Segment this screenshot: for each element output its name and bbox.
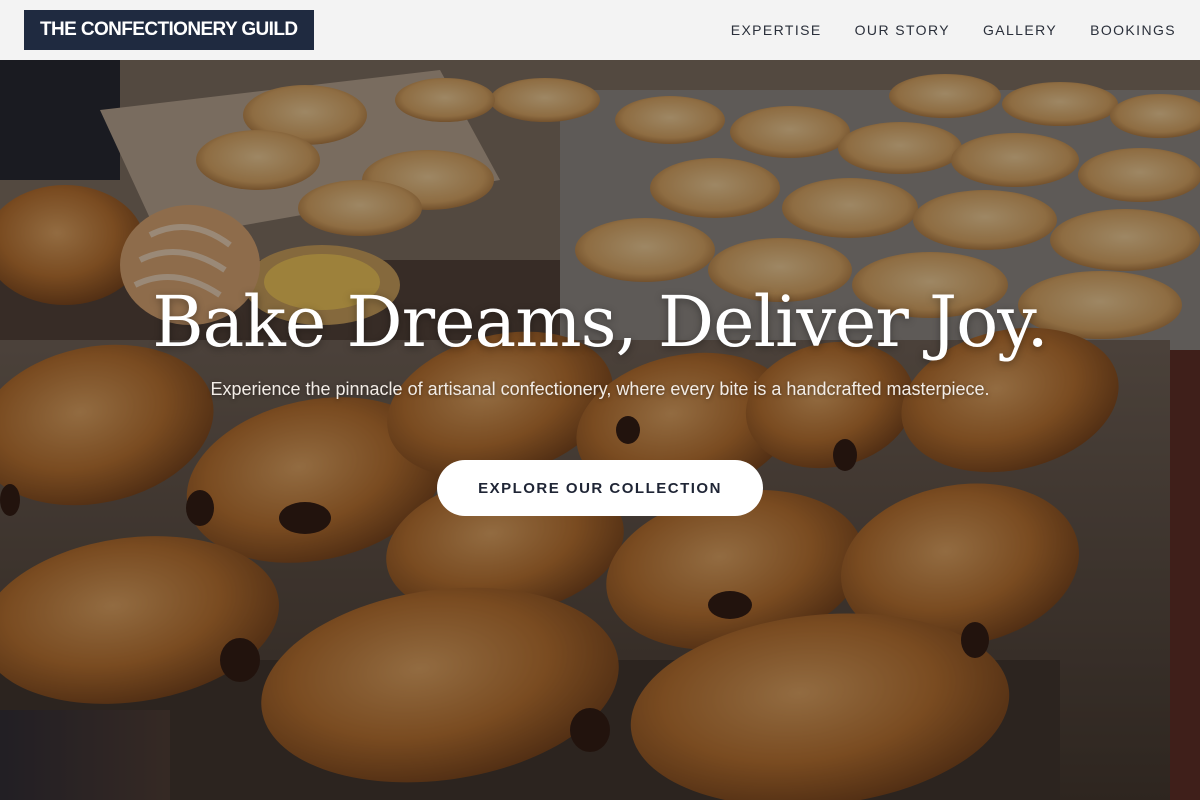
nav-link-bookings[interactable]: BOOKINGS [1090,22,1176,38]
hero-section: Bake Dreams, Deliver Joy. Experience the… [0,60,1200,800]
nav-link-expertise[interactable]: EXPERTISE [731,22,822,38]
explore-collection-button[interactable]: EXPLORE OUR COLLECTION [437,460,763,516]
nav-link-our-story[interactable]: OUR STORY [855,22,950,38]
main-nav: EXPERTISE OUR STORY GALLERY BOOKINGS [731,0,1176,60]
hero-title: Bake Dreams, Deliver Joy. [152,281,1049,363]
site-header: THE CONFECTIONERY GUILD EXPERTISE OUR ST… [0,0,1200,60]
hero-subtitle: Experience the pinnacle of artisanal con… [210,379,990,399]
brand-logo[interactable]: THE CONFECTIONERY GUILD [24,10,314,50]
nav-link-gallery[interactable]: GALLERY [983,22,1057,38]
page: THE CONFECTIONERY GUILD EXPERTISE OUR ST… [0,0,1200,800]
hero-content: Bake Dreams, Deliver Joy. Experience the… [0,60,1200,800]
